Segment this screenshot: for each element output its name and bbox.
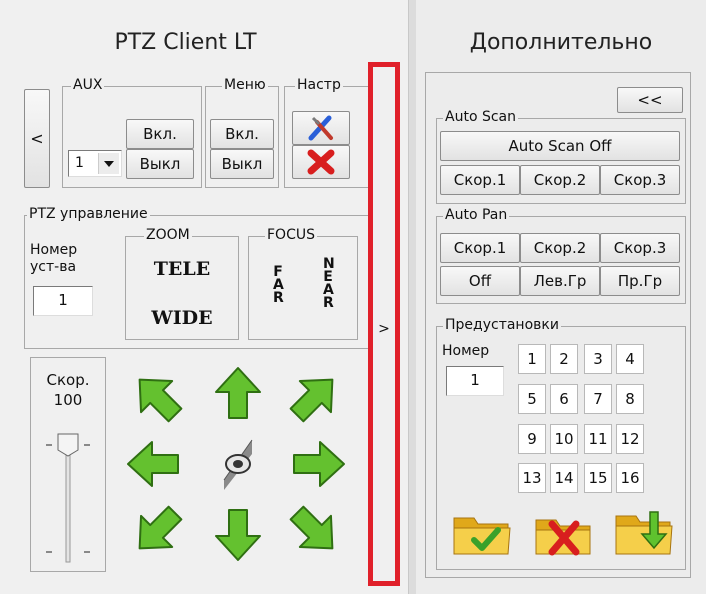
collapse-left-button[interactable]: < [24, 89, 50, 188]
auto-scan-toggle-button[interactable]: Auto Scan Off [440, 131, 680, 161]
auto-pan-off-button[interactable]: Off [440, 266, 520, 296]
folder-check-icon [453, 517, 511, 555]
tools-icon [308, 115, 333, 141]
settings-tools-button[interactable] [292, 111, 350, 145]
pan-up-arrow-icon[interactable] [215, 367, 261, 419]
close-icon [307, 149, 335, 175]
preset-number-label: Номер [442, 343, 490, 359]
preset-button-3[interactable]: 3 [584, 344, 612, 374]
preset-button-14[interactable]: 14 [550, 463, 578, 493]
preset-button-2[interactable]: 2 [550, 344, 578, 374]
presets-legend: Предустановки [443, 317, 561, 333]
zoom-wide-button[interactable]: WIDE [128, 307, 236, 329]
auto-pan-speed-2-button[interactable]: Скор.2 [520, 233, 600, 263]
device-number-label-line1: Номер [30, 242, 78, 258]
collapse-right-button[interactable]: << [617, 87, 683, 113]
auto-scan-speed-3-button[interactable]: Скор.3 [600, 165, 680, 195]
focus-near-button[interactable]: NEAR [320, 256, 336, 311]
menu-off-button[interactable]: Выкл [210, 149, 274, 179]
pan-down-left-arrow-icon[interactable] [123, 496, 192, 565]
auto-scan-legend: Auto Scan [443, 109, 518, 125]
auto-pan-left-limit-button[interactable]: Лев.Гр [520, 266, 600, 296]
pan-up-left-arrow-icon[interactable] [123, 363, 192, 432]
right-panel-title: Дополнительно [469, 30, 653, 55]
preset-button-1[interactable]: 1 [518, 344, 546, 374]
auto-pan-speed-1-button[interactable]: Скор.1 [440, 233, 520, 263]
direction-pad [110, 358, 362, 574]
pan-left-arrow-icon[interactable] [127, 441, 179, 487]
focus-legend: FOCUS [265, 227, 317, 243]
aux-select[interactable]: 1 [68, 150, 122, 177]
preset-delete-button[interactable] [532, 506, 594, 558]
left-panel-title: PTZ Client LT [114, 30, 257, 55]
preset-load-button[interactable] [612, 504, 676, 558]
folder-download-icon [615, 511, 673, 555]
aux-select-value: 1 [75, 155, 84, 171]
speed-label: Скор. [46, 371, 90, 389]
preset-button-5[interactable]: 5 [518, 384, 546, 414]
preset-button-15[interactable]: 15 [584, 463, 612, 493]
camera-home-icon[interactable] [223, 439, 253, 490]
preset-number-input[interactable]: 1 [446, 366, 504, 396]
ptz-legend: PTZ управление [27, 206, 150, 222]
auto-scan-speed-1-button[interactable]: Скор.1 [440, 165, 520, 195]
aux-off-button[interactable]: Выкл [126, 149, 194, 179]
aux-legend: AUX [71, 77, 105, 93]
menu-legend: Меню [222, 77, 268, 93]
zoom-tele-button[interactable]: TELE [128, 258, 236, 280]
pan-down-right-arrow-icon[interactable] [280, 496, 349, 565]
focus-group: FOCUS [248, 227, 358, 340]
settings-delete-button[interactable] [292, 145, 350, 179]
folder-delete-icon [535, 519, 591, 556]
focus-far-button[interactable]: FAR [270, 264, 286, 306]
menu-on-button[interactable]: Вкл. [210, 119, 274, 149]
preset-button-12[interactable]: 12 [616, 424, 644, 454]
auto-pan-legend: Auto Pan [443, 207, 510, 223]
device-number-input[interactable]: 1 [33, 286, 93, 316]
preset-button-13[interactable]: 13 [518, 463, 546, 493]
preset-button-8[interactable]: 8 [616, 384, 644, 414]
panel-divider [408, 0, 416, 594]
preset-button-10[interactable]: 10 [550, 424, 578, 454]
pan-down-arrow-icon[interactable] [215, 509, 261, 561]
auto-pan-speed-3-button[interactable]: Скор.3 [600, 233, 680, 263]
preset-button-9[interactable]: 9 [518, 424, 546, 454]
preset-button-16[interactable]: 16 [616, 463, 644, 493]
focus-near-text: NEAR [323, 256, 335, 311]
slider-thumb [57, 433, 79, 457]
expand-right-label: > [378, 321, 390, 337]
aux-on-button[interactable]: Вкл. [126, 119, 194, 149]
preset-button-11[interactable]: 11 [584, 424, 612, 454]
preset-save-button[interactable] [452, 508, 514, 558]
device-number-label-line2: уст-ва [30, 259, 77, 275]
pan-right-arrow-icon[interactable] [293, 441, 345, 487]
auto-pan-right-limit-button[interactable]: Пр.Гр [600, 266, 680, 296]
chevron-down-icon[interactable] [98, 153, 119, 174]
zoom-legend: ZOOM [144, 227, 192, 243]
expand-right-handle[interactable]: > [368, 62, 400, 586]
speed-value: 100 [53, 391, 83, 409]
preset-button-4[interactable]: 4 [616, 344, 644, 374]
device-number-label: Номер уст-ва [30, 242, 84, 276]
auto-scan-speed-2-button[interactable]: Скор.2 [520, 165, 600, 195]
focus-far-text: FAR [273, 264, 284, 306]
settings-legend: Настр [295, 77, 343, 93]
preset-button-7[interactable]: 7 [584, 384, 612, 414]
pan-up-right-arrow-icon[interactable] [280, 363, 349, 432]
speed-slider[interactable] [44, 424, 94, 564]
preset-button-6[interactable]: 6 [550, 384, 578, 414]
